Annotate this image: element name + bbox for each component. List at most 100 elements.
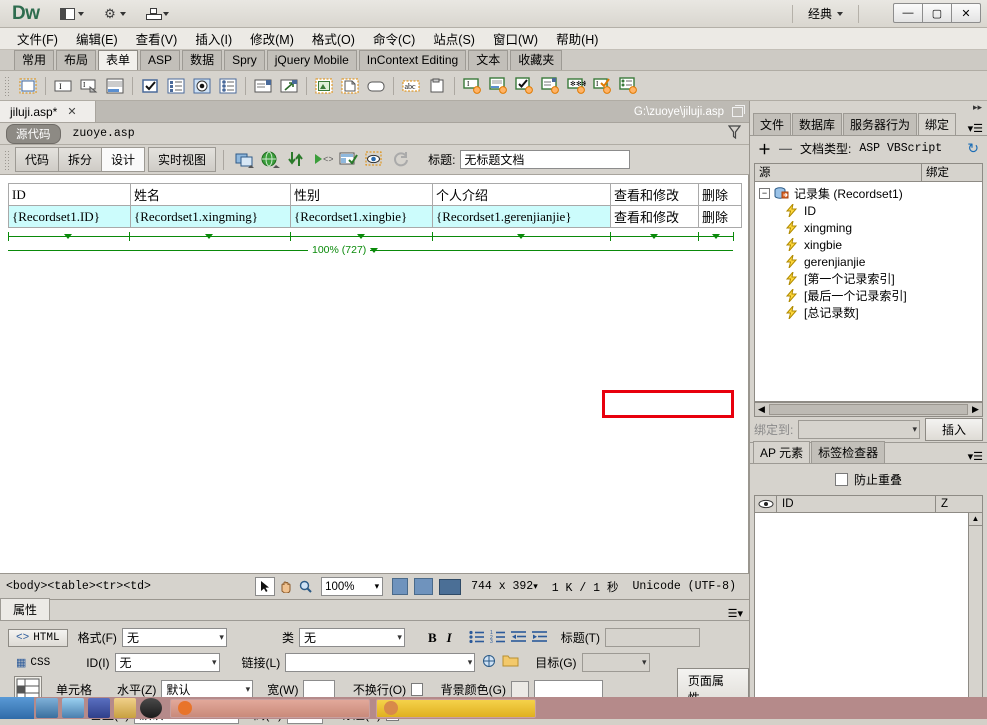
scroll-left-icon[interactable]: ◀ [755, 404, 768, 415]
maximize-button[interactable]: ▢ [922, 3, 952, 23]
outdent-icon[interactable] [510, 630, 528, 645]
target-select[interactable]: ▾ [581, 653, 650, 672]
browse-folder-icon[interactable] [502, 654, 519, 671]
menu-commands[interactable]: 命令(C) [364, 26, 424, 51]
select-tool-icon[interactable] [255, 577, 276, 596]
bgcolor-input[interactable] [533, 679, 603, 699]
page-title-input[interactable] [460, 150, 631, 169]
panel-menu-icon[interactable]: ▾☰ [968, 450, 983, 463]
tree-item-total-records[interactable]: [总记录数] [755, 304, 982, 321]
scrollbar-thumb[interactable] [769, 403, 968, 415]
spry-validation-checkbox-icon[interactable] [511, 74, 537, 98]
menu-edit[interactable]: 编辑(E) [67, 26, 127, 51]
panel-tab-server-behaviors[interactable]: 服务器行为 [843, 113, 918, 135]
bold-button[interactable]: B [423, 630, 442, 646]
close-icon[interactable]: ✕ [67, 105, 76, 118]
ap-column-id[interactable]: ID [777, 495, 936, 512]
insert-tab-common[interactable]: 常用 [14, 50, 55, 70]
minimize-button[interactable]: — [893, 3, 923, 23]
panel-tab-tag-inspector[interactable]: 标签检查器 [811, 440, 886, 463]
column-menu-icon[interactable] [357, 234, 365, 239]
text-field-icon[interactable]: I [50, 74, 76, 98]
toolbar-grip[interactable] [4, 75, 11, 96]
desktop-size-icon[interactable] [439, 578, 462, 595]
prevent-overlap-checkbox[interactable] [834, 472, 848, 486]
header-cell-delete[interactable]: 删除 [698, 183, 742, 206]
panel-tab-ap-elements[interactable]: AP 元素 [753, 440, 811, 463]
include-file-button[interactable]: zuoye.asp [73, 127, 135, 140]
restore-window-icon[interactable] [732, 104, 745, 117]
unordered-list-icon[interactable] [469, 630, 486, 645]
spry-validation-text-field-icon[interactable]: I [459, 74, 485, 98]
menu-help[interactable]: 帮助(H) [547, 26, 607, 51]
ordered-list-icon[interactable]: 123 [490, 630, 507, 645]
refresh-icon[interactable] [388, 148, 414, 172]
document-tab-jiluji[interactable]: jiluji.asp* ✕ [0, 101, 96, 122]
column-menu-icon[interactable] [517, 234, 525, 239]
table-menu-icon[interactable] [370, 248, 378, 253]
insert-tab-forms[interactable]: 表单 [98, 50, 139, 70]
spry-validation-confirm-icon[interactable]: I [589, 74, 615, 98]
insert-tab-data[interactable]: 数据 [182, 50, 223, 70]
tree-item-xingming[interactable]: xingming [755, 219, 982, 236]
extend-dreamweaver-button[interactable]: ⚙ [97, 4, 133, 23]
file-field-icon[interactable] [337, 74, 363, 98]
ap-list-scrollbar[interactable]: ▲ [968, 512, 982, 714]
taskbar-window-1[interactable] [170, 698, 370, 718]
css-mode-button[interactable]: ▦ CSS [8, 653, 58, 673]
inspect-icon[interactable] [362, 148, 388, 172]
bindings-tree[interactable]: − 记录集 (Recordset1) ID xingming xingbie g… [754, 181, 983, 402]
view-live-button[interactable]: 实时视图 [148, 147, 217, 172]
cell-binding-xingming[interactable]: {Recordset1.xingming} [130, 205, 291, 228]
cell-binding-gerenjianjie[interactable]: {Recordset1.gerenjianjie} [432, 205, 611, 228]
nowrap-checkbox[interactable] [411, 682, 423, 696]
button-icon[interactable] [102, 74, 128, 98]
refresh-icon[interactable]: ↻ [967, 140, 979, 157]
spry-validation-password-icon[interactable]: ✻✻✻ [563, 74, 589, 98]
tree-item-gerenjianjie[interactable]: gerenjianjie [755, 253, 982, 270]
window-dimensions[interactable]: 744 x 392▾ [471, 580, 538, 593]
link-select[interactable]: ▾ [285, 653, 476, 672]
insert-tab-favorites[interactable]: 收藏夹 [510, 50, 563, 70]
insert-tab-layout[interactable]: 布局 [56, 50, 97, 70]
hand-tool-icon[interactable] [275, 577, 295, 596]
eye-icon[interactable] [755, 495, 777, 512]
live-code-icon[interactable]: <> [310, 148, 336, 172]
width-input[interactable] [303, 679, 335, 699]
view-design-button[interactable]: 设计 [101, 147, 146, 172]
list-menu-icon[interactable] [250, 74, 276, 98]
header-cell-view-edit[interactable]: 查看和修改 [610, 183, 699, 206]
taskbar-icon-word[interactable] [88, 698, 110, 718]
column-header-binding[interactable]: 绑定 [922, 164, 982, 181]
design-canvas[interactable]: ID 姓名 性别 个人介绍 查看和修改 删除 {Recordset1.ID} {… [0, 175, 749, 573]
source-code-button[interactable]: 源代码 [6, 123, 61, 144]
bindings-horizontal-scrollbar[interactable]: ◀ ▶ [754, 401, 983, 417]
view-code-button[interactable]: 代码 [15, 147, 60, 172]
zoom-tool-icon[interactable] [295, 577, 315, 596]
mobile-size-icon[interactable] [392, 578, 409, 595]
bgcolor-swatch[interactable] [510, 680, 529, 698]
tree-item-id[interactable]: ID [755, 202, 982, 219]
menu-site[interactable]: 站点(S) [424, 26, 484, 51]
class-select[interactable]: 无 ▾ [298, 628, 405, 647]
scroll-up-icon[interactable]: ▲ [969, 513, 982, 526]
panel-tab-bindings[interactable]: 绑定 [918, 113, 957, 135]
file-transfer-icon[interactable] [284, 148, 310, 172]
panel-tab-databases[interactable]: 数据库 [792, 113, 843, 135]
form-icon[interactable] [15, 74, 41, 98]
view-split-button[interactable]: 拆分 [58, 147, 103, 172]
design-table[interactable]: ID 姓名 性别 个人介绍 查看和修改 删除 {Recordset1.ID} {… [8, 183, 742, 228]
tree-item-first-index[interactable]: [第一个记录索引] [755, 270, 982, 287]
menu-insert[interactable]: 插入(I) [186, 26, 241, 51]
jump-menu-icon[interactable] [276, 74, 302, 98]
table-width-label[interactable]: 100% (727) [308, 244, 371, 256]
site-manager-button[interactable] [139, 5, 176, 23]
tablet-size-icon[interactable] [414, 578, 434, 595]
table-row[interactable]: {Recordset1.ID} {Recordset1.xingming} {R… [8, 205, 742, 228]
scroll-right-icon[interactable]: ▶ [969, 404, 982, 415]
panel-menu-icon[interactable]: ▾☰ [968, 122, 983, 135]
taskbar-icon-browser[interactable] [62, 698, 84, 718]
button-rounded-icon[interactable] [363, 74, 389, 98]
ap-elements-list[interactable]: ID Z ▲ [754, 494, 983, 715]
ap-column-z[interactable]: Z [936, 496, 982, 512]
